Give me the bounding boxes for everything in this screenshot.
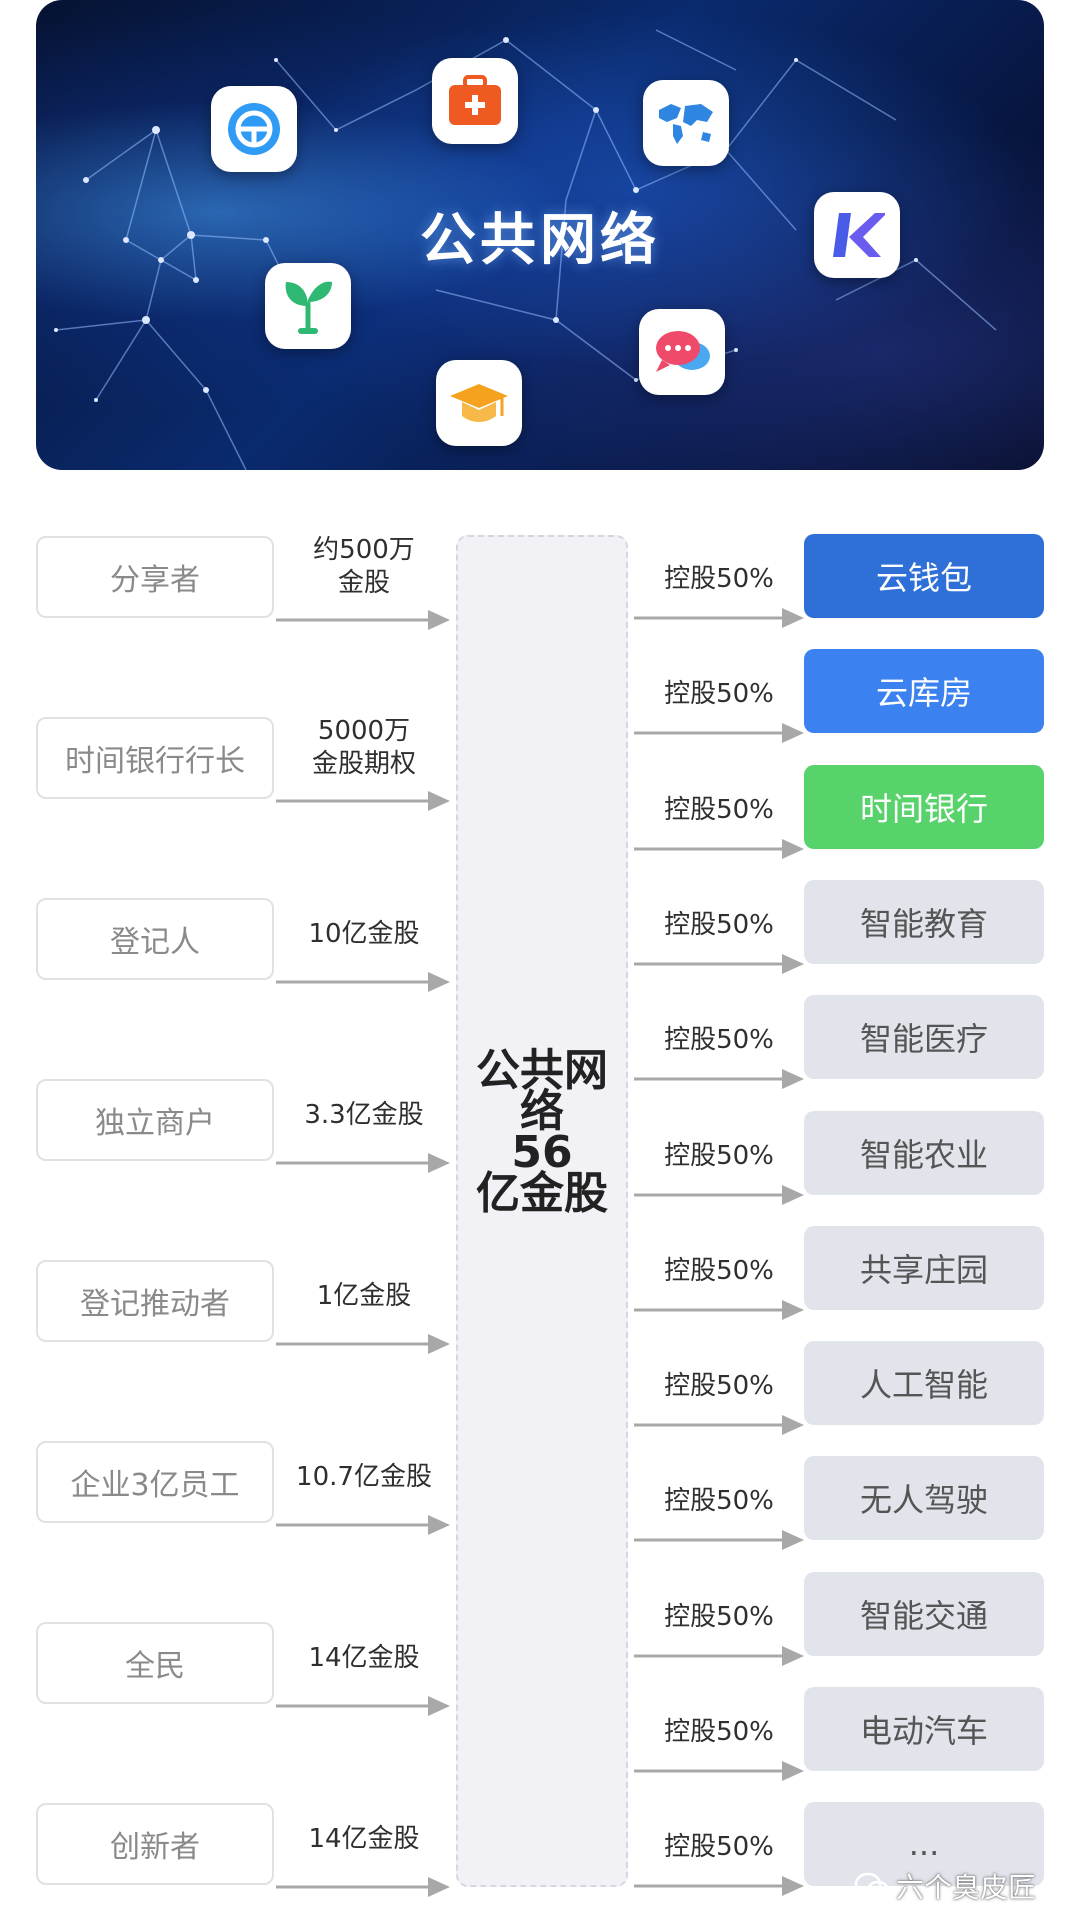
subsidiary-box: 时间银行 xyxy=(804,765,1044,849)
holding-ratio-label: 控股50% xyxy=(664,1371,774,1401)
holding-ratio-label: 控股50% xyxy=(664,679,774,709)
holding-ratio-label: 控股50% xyxy=(664,1717,774,1747)
share-amount: 3.3亿金股 xyxy=(304,1100,424,1130)
subsidiary-arrow xyxy=(634,1761,804,1781)
shareholder-arrow xyxy=(276,1515,450,1535)
shareholder-arrow xyxy=(276,1334,450,1354)
subsidiary-name: 时间银行 xyxy=(859,790,988,828)
shareholder-box: 时间银行行长 xyxy=(36,717,274,799)
network-banner: 公共网络 xyxy=(36,0,1044,470)
shareholder-name: 企业3亿员工 xyxy=(70,1468,240,1503)
holding-ratio-label: 控股50% xyxy=(664,910,774,940)
holding-ratio-label: 控股50% xyxy=(664,1602,774,1632)
shareholder-name: 分享者 xyxy=(110,563,200,598)
shareholder-box: 企业3亿员工 xyxy=(36,1441,274,1523)
subsidiary-name: 共享庄园 xyxy=(859,1251,988,1289)
shareholder-name: 创新者 xyxy=(110,1830,200,1865)
subsidiary-box: 云库房 xyxy=(804,649,1044,733)
subsidiary-name: 智能医疗 xyxy=(859,1020,988,1058)
subsidiary-name: 云库房 xyxy=(875,674,972,712)
holding-ratio-label: 控股50% xyxy=(664,1486,774,1516)
share-amount: 14亿金股 xyxy=(308,1824,420,1854)
subsidiary-box: 电动汽车 xyxy=(804,1687,1044,1771)
watermark-text: 六个臭皮匠 xyxy=(896,1871,1037,1904)
shareholder-name: 登记推动者 xyxy=(80,1287,230,1322)
subsidiary-name: 智能交通 xyxy=(859,1597,988,1635)
subsidiary-arrow xyxy=(634,1300,804,1320)
shareholder-arrow xyxy=(276,1696,450,1716)
subsidiary-arrow xyxy=(634,1415,804,1435)
graduation-cap-icon xyxy=(450,384,508,422)
app-tile-map xyxy=(643,80,729,166)
subsidiary-box: 无人驾驶 xyxy=(804,1456,1044,1540)
share-amount: 10.7亿金股 xyxy=(296,1462,432,1492)
chat-bubble-icon xyxy=(656,331,710,372)
subsidiary-arrow xyxy=(634,1876,804,1896)
holding-ratio-label: 控股50% xyxy=(664,1256,774,1286)
subsidiary-box: 智能农业 xyxy=(804,1111,1044,1195)
subsidiary-arrow xyxy=(634,608,804,628)
subsidiary-name: 电动汽车 xyxy=(859,1712,988,1750)
shareholder-arrow xyxy=(276,1153,450,1173)
shareholder-arrow xyxy=(276,610,450,630)
shareholder-box: 登记推动者 xyxy=(36,1260,274,1342)
subsidiary-name: 无人驾驶 xyxy=(859,1481,988,1519)
subsidiary-name: 智能农业 xyxy=(859,1136,988,1174)
app-tile-agriculture xyxy=(265,263,351,349)
wechat-icon xyxy=(854,1872,890,1900)
sprout-icon xyxy=(285,281,332,334)
shareholder-name: 独立商户 xyxy=(95,1106,215,1141)
subsidiary-name: 智能教育 xyxy=(859,905,988,943)
app-tile-driving xyxy=(211,86,297,172)
app-tile-medical xyxy=(432,58,518,144)
subsidiary-arrow xyxy=(634,1185,804,1205)
subsidiary-name: ... xyxy=(908,1825,940,1863)
app-tile-k xyxy=(814,192,900,278)
share-amount: 1亿金股 xyxy=(316,1281,412,1311)
share-amount: 约500万 金股 xyxy=(313,535,415,598)
subsidiary-name: 云钱包 xyxy=(875,559,972,597)
medical-kit-icon xyxy=(449,75,501,125)
subsidiary-box: 智能教育 xyxy=(804,880,1044,964)
world-map-icon xyxy=(659,104,713,144)
shareholder-name: 时间银行行长 xyxy=(65,744,245,779)
holding-ratio-label: 控股50% xyxy=(664,1832,774,1862)
subsidiary-arrow xyxy=(634,954,804,974)
shareholder-arrow xyxy=(276,1877,450,1897)
subsidiary-box: 共享庄园 xyxy=(804,1226,1044,1310)
subsidiary-arrow xyxy=(634,1069,804,1089)
holding-ratio-label: 控股50% xyxy=(664,1025,774,1055)
share-amount: 5000万 金股期权 xyxy=(311,716,416,779)
app-tile-education xyxy=(436,360,522,446)
subsidiary-box: 智能医疗 xyxy=(804,995,1044,1079)
shareholder-box: 独立商户 xyxy=(36,1079,274,1161)
shareholder-box: 全民 xyxy=(36,1622,274,1704)
shareholder-name: 全民 xyxy=(125,1649,185,1684)
public-network-shares-label: 公共网络 56 亿金股 xyxy=(476,1045,608,1219)
holding-ratio-label: 控股50% xyxy=(664,1141,774,1171)
subsidiary-arrow xyxy=(634,839,804,859)
steering-wheel-icon xyxy=(228,103,280,155)
holding-ratio-label: 控股50% xyxy=(664,564,774,594)
watermark: 六个臭皮匠 xyxy=(854,1866,1036,1906)
subsidiary-name: 人工智能 xyxy=(859,1366,988,1404)
subsidiary-box: 云钱包 xyxy=(804,534,1044,618)
k-logo-icon xyxy=(833,213,885,257)
app-tile-chat xyxy=(639,309,725,395)
shareholder-box: 登记人 xyxy=(36,898,274,980)
shareholder-arrow xyxy=(276,791,450,811)
shareholder-box: 创新者 xyxy=(36,1803,274,1885)
subsidiary-arrow xyxy=(634,1530,804,1550)
share-amount: 10亿金股 xyxy=(308,919,420,949)
shareholder-arrow xyxy=(276,972,450,992)
subsidiary-box: 人工智能 xyxy=(804,1341,1044,1425)
subsidiary-arrow xyxy=(634,1646,804,1666)
shareholder-name: 登记人 xyxy=(110,925,200,960)
shareholder-box: 分享者 xyxy=(36,536,274,618)
subsidiary-box: 智能交通 xyxy=(804,1572,1044,1656)
share-amount: 14亿金股 xyxy=(308,1643,420,1673)
subsidiary-arrow xyxy=(634,723,804,743)
holding-ratio-label: 控股50% xyxy=(664,795,774,825)
